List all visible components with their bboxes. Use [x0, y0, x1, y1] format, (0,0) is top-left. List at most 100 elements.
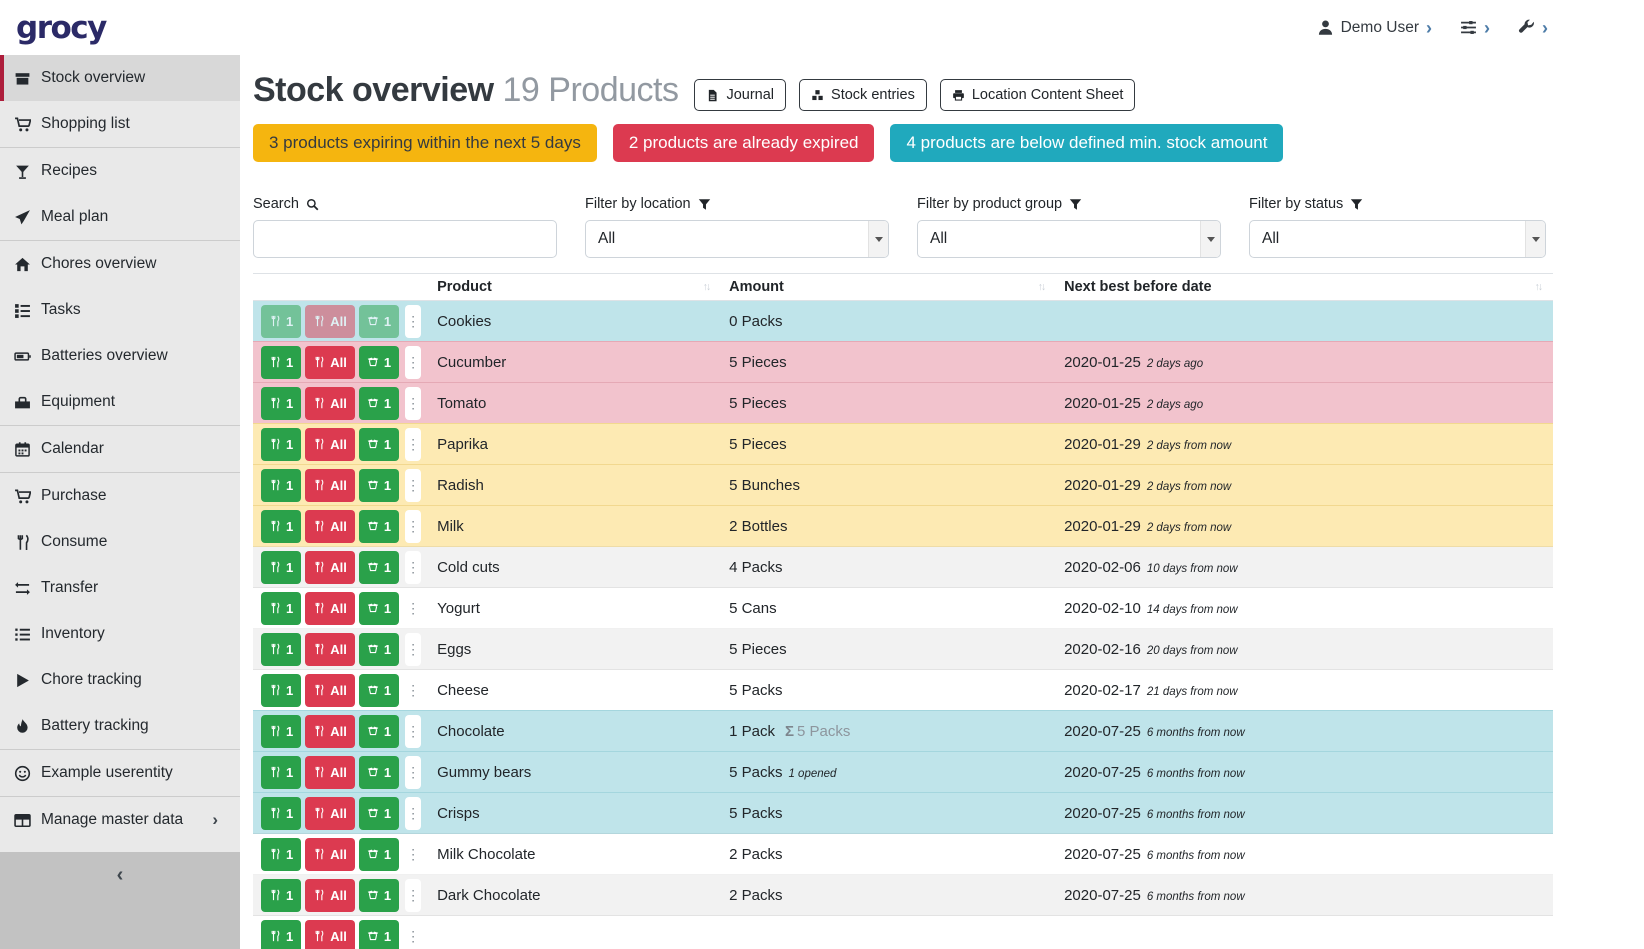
consume-all-button[interactable]: All: [305, 510, 355, 543]
date-cell: 2020-02-1620 days from now: [1056, 629, 1553, 670]
sidebar-item-stock-overview[interactable]: Stock overview: [0, 55, 240, 101]
open-one-button[interactable]: 1: [359, 469, 399, 502]
consume-one-button[interactable]: 1: [261, 510, 301, 543]
open-one-button[interactable]: 1: [359, 428, 399, 461]
sidebar-item-battery-tracking[interactable]: Battery tracking: [0, 703, 240, 749]
sidebar-item-purchase[interactable]: Purchase: [0, 473, 240, 519]
row-menu-button[interactable]: ⋮: [405, 756, 421, 789]
consume-all-button[interactable]: All: [305, 756, 355, 789]
consume-all-button[interactable]: All: [305, 797, 355, 830]
consume-all-button[interactable]: All: [305, 305, 355, 338]
consume-all-button[interactable]: All: [305, 428, 355, 461]
sidebar-item-meal-plan[interactable]: Meal plan: [0, 194, 240, 240]
consume-all-button[interactable]: All: [305, 592, 355, 625]
row-menu-button[interactable]: ⋮: [405, 551, 421, 584]
open-one-button[interactable]: 1: [359, 633, 399, 666]
open-one-button[interactable]: 1: [359, 674, 399, 707]
open-one-button[interactable]: 1: [359, 838, 399, 871]
location-filter-select[interactable]: All: [585, 220, 889, 258]
consume-all-button[interactable]: All: [305, 551, 355, 584]
row-menu-button[interactable]: ⋮: [405, 510, 421, 543]
journal-button[interactable]: Journal: [694, 79, 786, 111]
open-one-button[interactable]: 1: [359, 920, 399, 949]
row-menu-button[interactable]: ⋮: [405, 920, 421, 949]
row-menu-button[interactable]: ⋮: [405, 879, 421, 912]
row-menu-button[interactable]: ⋮: [405, 305, 421, 338]
warning-banner[interactable]: 3 products expiring within the next 5 da…: [253, 124, 597, 162]
consume-one-button[interactable]: 1: [261, 592, 301, 625]
consume-one-button[interactable]: 1: [261, 920, 301, 949]
sidebar-collapse-button[interactable]: ‹: [0, 852, 240, 949]
sidebar-item-batteries-overview[interactable]: Batteries overview: [0, 333, 240, 379]
location-content-sheet-button[interactable]: Location Content Sheet: [940, 79, 1136, 111]
sidebar-item-manage-master-data[interactable]: Manage master data ›: [0, 797, 240, 843]
open-one-button[interactable]: 1: [359, 387, 399, 420]
open-one-button[interactable]: 1: [359, 592, 399, 625]
open-one-button[interactable]: 1: [359, 510, 399, 543]
row-menu-button[interactable]: ⋮: [405, 469, 421, 502]
row-menu-button[interactable]: ⋮: [405, 428, 421, 461]
consume-one-button[interactable]: 1: [261, 469, 301, 502]
consume-all-button[interactable]: All: [305, 674, 355, 707]
consume-all-button[interactable]: All: [305, 715, 355, 748]
row-menu-button[interactable]: ⋮: [405, 715, 421, 748]
sidebar-item-tasks[interactable]: Tasks: [0, 287, 240, 333]
consume-one-button[interactable]: 1: [261, 756, 301, 789]
status-filter-select[interactable]: All: [1249, 220, 1546, 258]
row-menu-button[interactable]: ⋮: [405, 592, 421, 625]
info-banner[interactable]: 4 products are below defined min. stock …: [890, 124, 1283, 162]
sidebar-item-consume[interactable]: Consume: [0, 519, 240, 565]
consume-one-button[interactable]: 1: [261, 551, 301, 584]
open-one-button[interactable]: 1: [359, 756, 399, 789]
sidebar-item-chores-overview[interactable]: Chores overview: [0, 241, 240, 287]
open-one-button[interactable]: 1: [359, 551, 399, 584]
sidebar-item-transfer[interactable]: Transfer: [0, 565, 240, 611]
consume-all-button[interactable]: All: [305, 920, 355, 949]
sidebar-item-calendar[interactable]: Calendar: [0, 426, 240, 472]
column-header-amount[interactable]: Amount ↑↓: [721, 274, 1056, 301]
consume-all-button[interactable]: All: [305, 633, 355, 666]
consume-all-button[interactable]: All: [305, 387, 355, 420]
row-menu-button[interactable]: ⋮: [405, 838, 421, 871]
row-menu-button[interactable]: ⋮: [405, 633, 421, 666]
row-menu-button[interactable]: ⋮: [405, 797, 421, 830]
consume-one-button[interactable]: 1: [261, 387, 301, 420]
sidebar-item-inventory[interactable]: Inventory: [0, 611, 240, 657]
admin-menu[interactable]: ›: [1518, 19, 1548, 37]
consume-one-button[interactable]: 1: [261, 674, 301, 707]
consume-all-button[interactable]: All: [305, 469, 355, 502]
stock-entries-button[interactable]: Stock entries: [799, 79, 927, 111]
app-logo[interactable]: grocy: [16, 10, 106, 46]
consume-one-button[interactable]: 1: [261, 715, 301, 748]
open-one-button[interactable]: 1: [359, 715, 399, 748]
settings-menu[interactable]: ›: [1460, 19, 1490, 37]
consume-all-button[interactable]: All: [305, 346, 355, 379]
open-one-button[interactable]: 1: [359, 797, 399, 830]
open-one-button[interactable]: 1: [359, 346, 399, 379]
user-menu[interactable]: Demo User ›: [1317, 19, 1432, 37]
consume-one-button[interactable]: 1: [261, 305, 301, 338]
column-header-next-best-before-date[interactable]: Next best before date ↑↓: [1056, 274, 1553, 301]
open-one-button[interactable]: 1: [359, 305, 399, 338]
sidebar-item-example-userentity[interactable]: Example userentity: [0, 750, 240, 796]
sidebar-item-recipes[interactable]: Recipes: [0, 148, 240, 194]
column-header-product[interactable]: Product ↑↓: [429, 274, 721, 301]
row-menu-button[interactable]: ⋮: [405, 346, 421, 379]
row-menu-button[interactable]: ⋮: [405, 674, 421, 707]
consume-all-button[interactable]: All: [305, 879, 355, 912]
consume-one-button[interactable]: 1: [261, 879, 301, 912]
consume-all-button[interactable]: All: [305, 838, 355, 871]
sidebar-item-equipment[interactable]: Equipment: [0, 379, 240, 425]
danger-banner[interactable]: 2 products are already expired: [613, 124, 875, 162]
search-input[interactable]: [253, 220, 557, 258]
consume-one-button[interactable]: 1: [261, 838, 301, 871]
open-one-button[interactable]: 1: [359, 879, 399, 912]
consume-one-button[interactable]: 1: [261, 428, 301, 461]
sidebar-item-chore-tracking[interactable]: Chore tracking: [0, 657, 240, 703]
sidebar-item-shopping-list[interactable]: Shopping list: [0, 101, 240, 147]
consume-one-button[interactable]: 1: [261, 797, 301, 830]
row-menu-button[interactable]: ⋮: [405, 387, 421, 420]
consume-one-button[interactable]: 1: [261, 633, 301, 666]
product-group-filter-select[interactable]: All: [917, 220, 1221, 258]
consume-one-button[interactable]: 1: [261, 346, 301, 379]
